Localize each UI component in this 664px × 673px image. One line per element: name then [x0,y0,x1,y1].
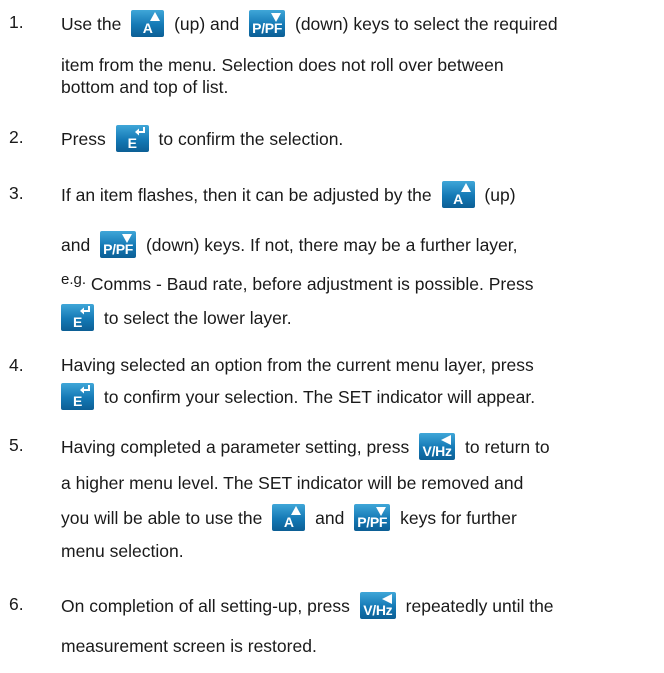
enter-key-icon: E [61,304,94,331]
step-number: 2. [9,127,24,147]
up-key-icon: A [441,181,475,208]
step-5-line-3: you will be able to use the A and P/PF k… [61,504,517,533]
step-number: 6. [9,594,24,614]
step-6-line-2: measurement screen is restored. [61,636,317,656]
back-key-icon: V/Hz [359,592,396,619]
step-1-line-3: bottom and top of list. [61,77,229,97]
step-number: 4. [9,355,24,375]
enter-key-icon: E [115,125,149,152]
step-5-line-1: Having completed a parameter setting, pr… [61,433,550,462]
step-4-line-1: Having selected an option from the curre… [61,355,534,375]
step-3-line-1: If an item flashes, then it can be adjus… [61,181,516,210]
down-key-icon: P/PF [249,10,286,37]
instruction-list: 1. Use the A (up) and P/PF (down) keys t… [0,0,664,673]
step-5-line-4: menu selection. [61,541,184,561]
step-1-line-2: item from the menu. Selection does not r… [61,55,504,75]
step-number: 3. [9,183,24,203]
step-number: 5. [9,435,24,455]
step-4-line-2: E to confirm your selection. The SET ind… [61,383,535,412]
down-key-icon: P/PF [100,231,137,258]
step-number: 1. [9,12,24,32]
step-1-line-1: Use the A (up) and P/PF (down) keys to s… [61,10,558,39]
up-key-icon: A [131,10,165,37]
step-2-line-1: Press E to confirm the selection. [61,125,343,154]
up-key-icon: A [272,504,306,531]
enter-key-icon: E [61,383,94,410]
step-6-line-1: On completion of all setting-up, press V… [61,592,554,621]
step-3-line-3: e.g. Comms - Baud rate, before adjustmen… [61,271,534,294]
down-key-icon: P/PF [354,504,391,531]
back-key-icon: V/Hz [419,433,456,460]
step-3-line-2: and P/PF (down) keys. If not, there may … [61,231,518,260]
step-5-line-2: a higher menu level. The SET indicator w… [61,473,524,493]
step-3-line-4: E to select the lower layer. [61,304,292,333]
